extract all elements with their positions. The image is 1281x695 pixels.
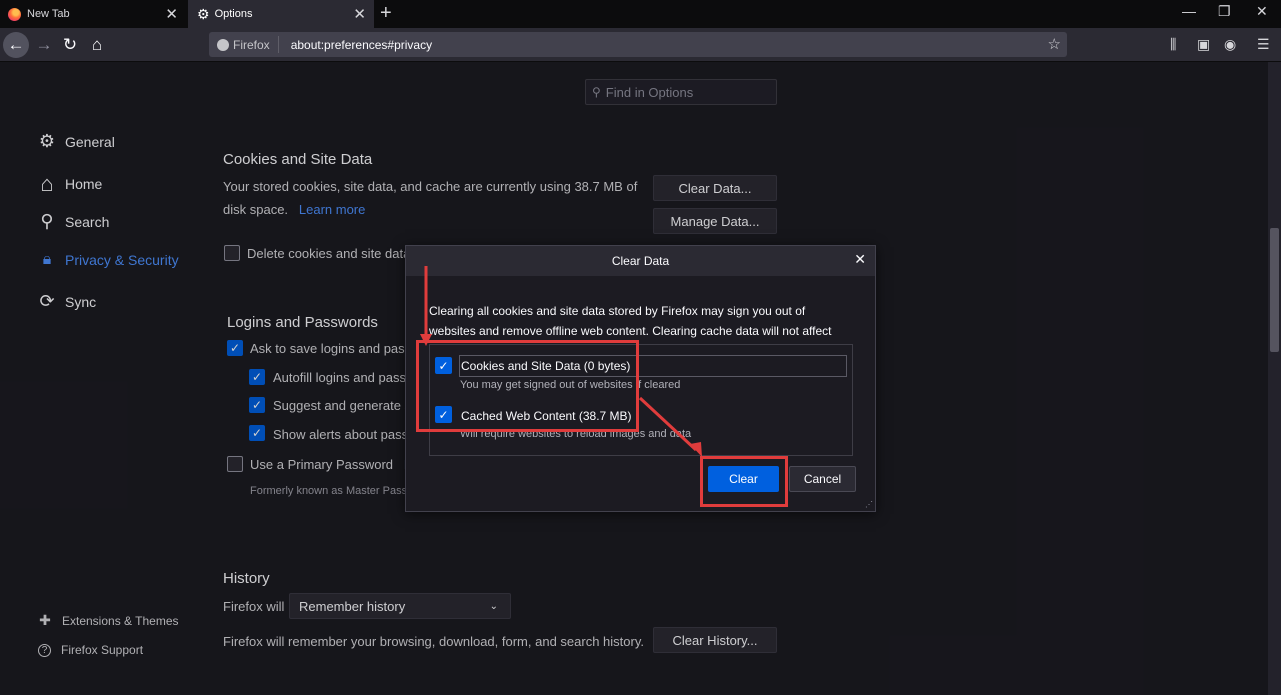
url-bar[interactable]: Firefox about:preferences#privacy ☆ xyxy=(209,32,1067,57)
close-tab-icon[interactable]: ✕ xyxy=(353,5,366,23)
navigation-toolbar: ← → ↻ ⌂ Firefox about:preferences#privac… xyxy=(0,28,1281,62)
minimize-icon[interactable]: — xyxy=(1182,3,1196,19)
dialog-title: Clear Data xyxy=(611,254,670,268)
scrollbar-thumb[interactable] xyxy=(1270,228,1279,352)
new-tab-button[interactable]: + xyxy=(380,2,392,25)
reload-icon: ↻ xyxy=(62,35,78,54)
dialog-close-icon[interactable]: ✕ xyxy=(854,251,866,268)
tab-options[interactable]: ⚙ Options ✕ xyxy=(188,0,374,28)
cancel-button[interactable]: Cancel xyxy=(789,466,856,492)
account-icon[interactable]: ◉ xyxy=(1224,36,1236,53)
tab-title: Options xyxy=(214,8,253,20)
dialog-title-bar: Clear Data xyxy=(406,246,875,276)
identity-label: Firefox xyxy=(233,37,270,52)
resize-grip-icon[interactable]: ⋰ xyxy=(865,500,873,509)
annotation-highlight-options xyxy=(416,340,639,432)
menu-icon[interactable]: ☰ xyxy=(1257,36,1270,53)
arrow-left-icon: ← xyxy=(7,35,25,54)
home-icon: ⌂ xyxy=(91,35,103,54)
home-button[interactable]: ⌂ xyxy=(84,32,110,58)
tab-new-tab[interactable]: New Tab ✕ xyxy=(0,0,186,28)
tab-title: New Tab xyxy=(27,8,70,20)
identity-box[interactable]: Firefox xyxy=(209,36,279,53)
bookmark-star-icon[interactable]: ☆ xyxy=(1048,35,1061,53)
restore-icon[interactable]: ❐ xyxy=(1218,3,1231,20)
firefox-icon xyxy=(217,38,229,51)
back-button[interactable]: ← xyxy=(3,32,29,58)
tab-strip: New Tab ✕ ⚙ Options ✕ + — ❐ ✕ xyxy=(0,0,1281,28)
sidebar-icon[interactable]: ▣ xyxy=(1197,36,1210,53)
firefox-icon xyxy=(8,7,21,21)
forward-button[interactable]: → xyxy=(31,32,57,58)
annotation-highlight-clear xyxy=(700,456,788,507)
gear-icon: ⚙ xyxy=(197,5,210,22)
scrollbar[interactable] xyxy=(1268,62,1281,695)
arrow-right-icon: → xyxy=(35,35,53,54)
library-icon[interactable]: ⫼ xyxy=(1170,36,1176,53)
url-text[interactable]: about:preferences#privacy xyxy=(279,38,432,52)
window-close-icon[interactable]: ✕ xyxy=(1256,3,1268,20)
close-tab-icon[interactable]: ✕ xyxy=(165,5,178,23)
reload-button[interactable]: ↻ xyxy=(57,32,83,58)
